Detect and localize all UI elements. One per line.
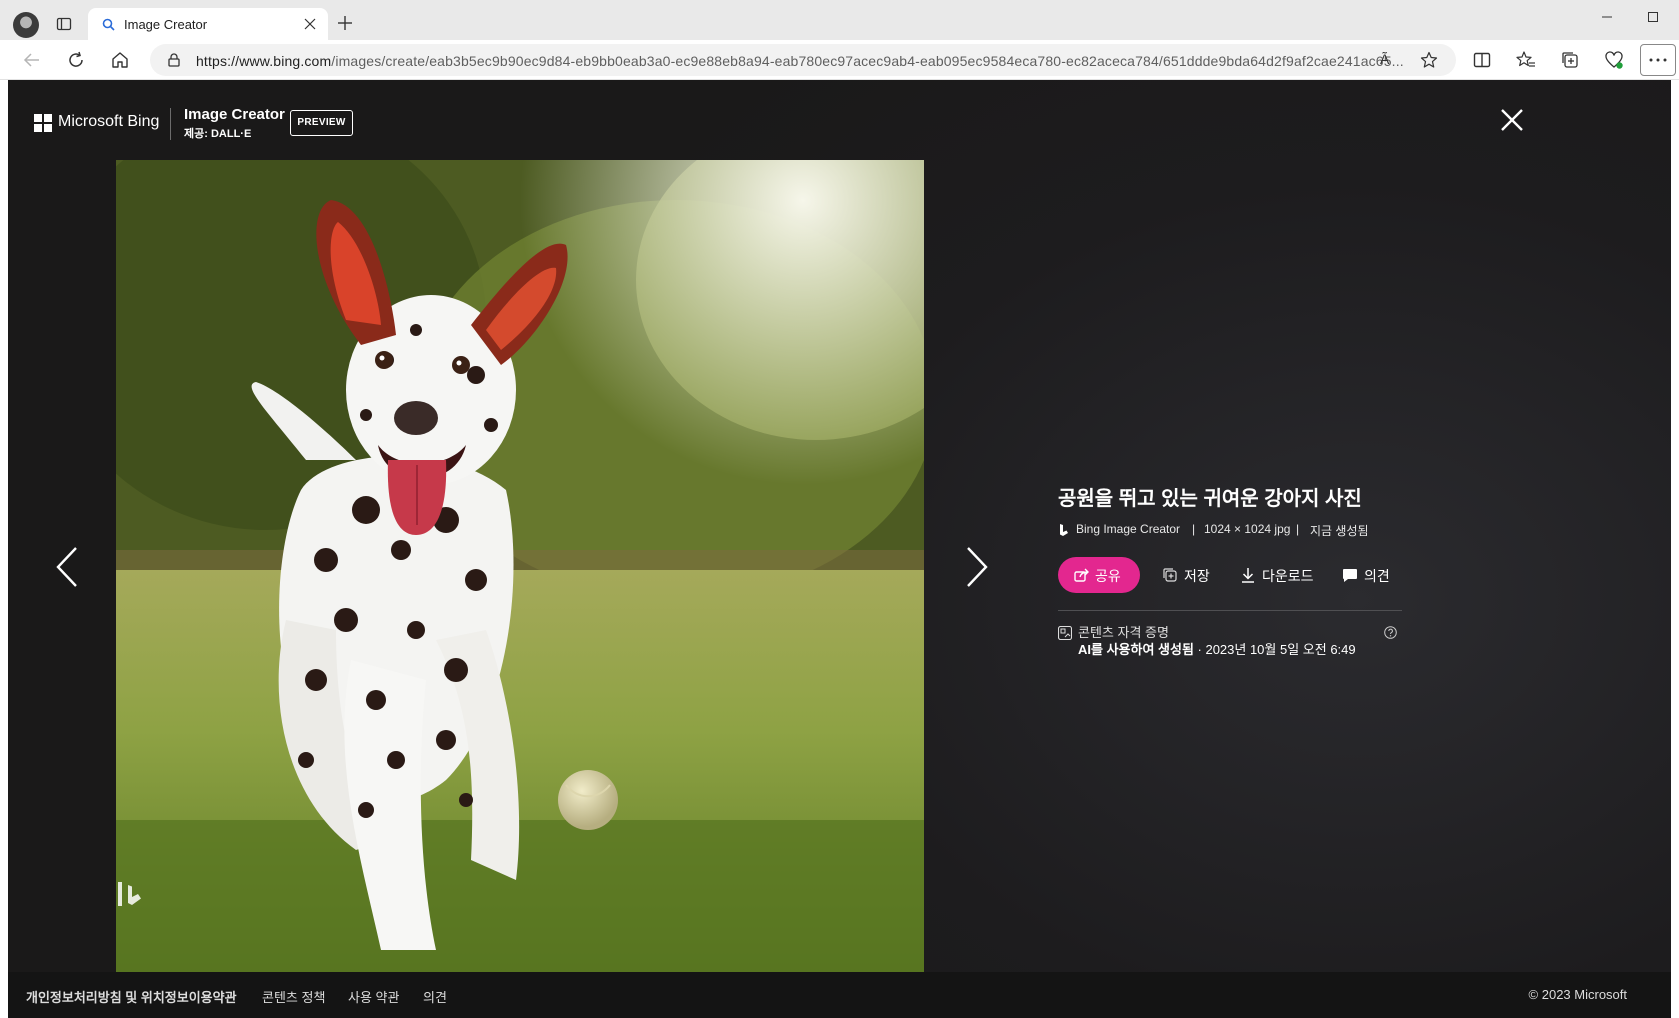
meta-separator: | [1296, 522, 1300, 536]
save-collection-icon [1163, 568, 1177, 582]
minimize-icon[interactable] [1600, 10, 1614, 24]
help-icon[interactable] [1384, 626, 1397, 639]
favorites-icon[interactable] [1516, 50, 1536, 70]
image-actions: 공유 저장 다운로드 의견 [1058, 557, 1408, 593]
lock-icon[interactable] [166, 52, 182, 68]
share-button[interactable]: 공유 [1058, 557, 1140, 593]
split-screen-icon[interactable] [1472, 50, 1492, 70]
brand-name[interactable]: Microsoft Bing [58, 113, 159, 131]
close-tab-icon[interactable] [304, 18, 316, 30]
more-dots-icon [1649, 58, 1667, 62]
address-bar[interactable]: https://www.bing.com/images/create/eab3b… [150, 44, 1456, 76]
image-detail-page: Microsoft Bing Image Creator 제공: DALL·E … [8, 80, 1679, 1018]
previous-image-chevron-icon[interactable] [54, 545, 80, 589]
tab-title: Image Creator [124, 17, 208, 32]
product-subtitle: 제공: DALL·E [184, 128, 252, 140]
save-button[interactable]: 저장 [1162, 557, 1224, 593]
feedback-button[interactable]: 의견 [1342, 557, 1398, 593]
microsoft-logo-icon[interactable] [34, 114, 52, 132]
share-icon [1074, 568, 1089, 582]
next-image-chevron-icon[interactable] [964, 545, 990, 589]
favorite-star-icon[interactable] [1420, 51, 1438, 69]
product-title[interactable]: Image Creator [184, 106, 285, 123]
download-icon [1242, 568, 1254, 583]
feedback-label: 의견 [1364, 568, 1390, 584]
copyright: © 2023 Microsoft [1528, 987, 1627, 1002]
browser-essentials-icon[interactable] [1604, 50, 1624, 70]
content-credentials: 콘텐츠 자격 증명 AI를 사용하여 생성됨 · 2023년 10월 5일 오전… [1058, 622, 1402, 662]
save-label: 저장 [1184, 568, 1210, 584]
meta-status: 지금 생성됨 [1310, 524, 1369, 538]
new-tab-icon[interactable] [337, 15, 353, 31]
home-icon[interactable] [110, 50, 130, 70]
search-icon [102, 18, 115, 31]
download-button[interactable]: 다운로드 [1240, 557, 1326, 593]
collections-icon[interactable] [1560, 50, 1580, 70]
brand-divider [170, 108, 171, 140]
dalmatian-puppy-illustration [116, 160, 924, 972]
tab-actions-icon[interactable] [56, 16, 72, 32]
image-prompt-title: 공원을 뛰고 있는 귀여운 강아지 사진 [1058, 488, 1362, 510]
profile-avatar[interactable] [13, 12, 39, 38]
browser-toolbar: https://www.bing.com/images/create/eab3b… [0, 40, 1679, 80]
footer-link-privacy[interactable]: 개인정보처리방침 및 위치정보이용약관 [26, 987, 237, 1006]
maximize-icon[interactable] [1646, 10, 1660, 24]
bing-icon [1060, 524, 1068, 536]
content-credentials-icon [1058, 626, 1072, 640]
meta-separator: | [1192, 522, 1196, 536]
page-footer: 개인정보처리방침 및 위치정보이용약관 콘텐츠 정책 사용 약관 의견 © 20… [8, 972, 1679, 1018]
read-aloud-icon[interactable]: A͂ [1380, 51, 1389, 67]
refresh-icon[interactable] [66, 50, 86, 70]
divider [1058, 610, 1402, 611]
meta-source: Bing Image Creator [1076, 522, 1181, 536]
image-details-panel: 공원을 뛰고 있는 귀여운 강아지 사진 Bing Image Creator … [1058, 482, 1408, 657]
generated-image[interactable] [116, 160, 924, 972]
back-icon[interactable] [22, 50, 42, 70]
footer-link-terms[interactable]: 사용 약관 [348, 987, 399, 1006]
download-label: 다운로드 [1262, 568, 1314, 584]
share-label: 공유 [1095, 568, 1121, 584]
footer-link-content-policy[interactable]: 콘텐츠 정책 [262, 987, 325, 1006]
preview-badge: PREVIEW [290, 110, 353, 136]
browser-tab-strip: Image Creator [0, 0, 1679, 40]
url-text[interactable]: https://www.bing.com/images/create/eab3b… [196, 53, 1404, 69]
close-icon[interactable] [1498, 106, 1526, 134]
settings-menu-button[interactable] [1640, 44, 1676, 76]
tab-image-creator[interactable]: Image Creator [88, 8, 328, 40]
content-credentials-detail: AI를 사용하여 생성됨 · 2023년 10월 5일 오전 6:49 [1078, 642, 1356, 657]
footer-link-feedback[interactable]: 의견 [423, 987, 447, 1006]
bing-watermark-icon [118, 882, 141, 906]
meta-dimensions: 1024 × 1024 jpg [1204, 522, 1291, 536]
feedback-icon [1343, 569, 1357, 582]
window-edge [1671, 80, 1679, 1018]
